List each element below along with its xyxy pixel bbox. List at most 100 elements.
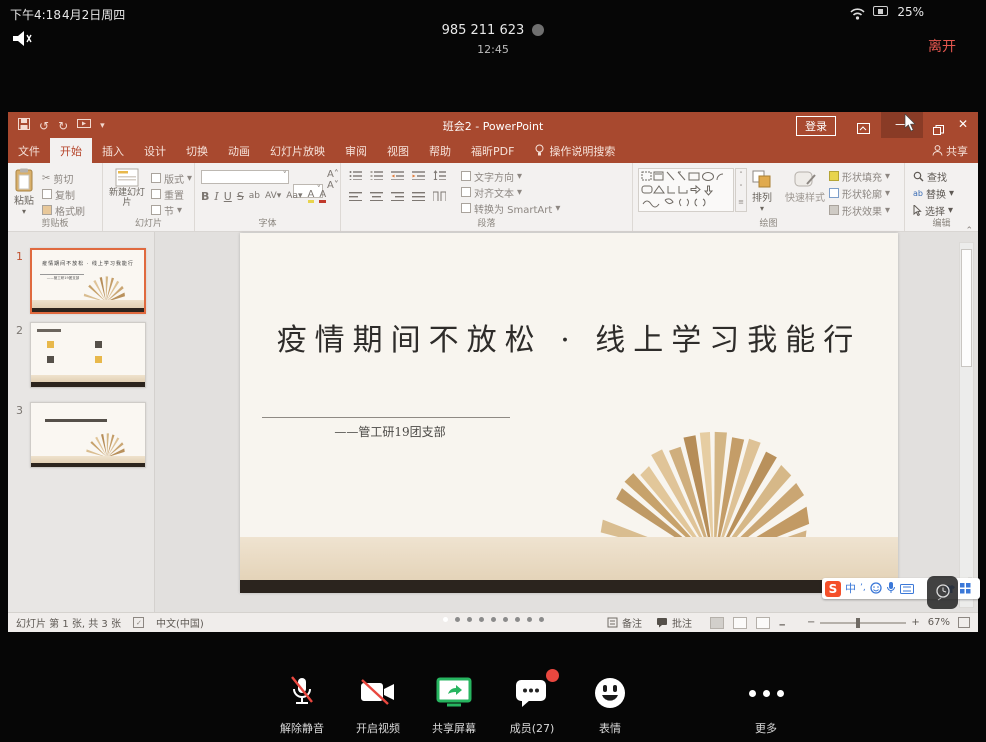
line-spacing-icon[interactable]: [433, 170, 446, 180]
shadow-button[interactable]: ab: [249, 191, 260, 201]
subtitle-divider: [262, 417, 510, 418]
current-slide[interactable]: 疫情期间不放松 · 线上学习我能行 ——管工研19团支部: [240, 233, 898, 593]
shape-gallery[interactable]: [638, 168, 734, 212]
person-icon: [932, 145, 943, 156]
bold-button[interactable]: B: [201, 190, 209, 203]
strikethrough-button[interactable]: S: [237, 190, 244, 203]
share-screen-button[interactable]: 共享屏幕: [416, 674, 492, 736]
emoji-input-icon[interactable]: [870, 579, 882, 598]
camera-off-icon: [340, 674, 416, 712]
start-video-button[interactable]: 开启视频: [340, 674, 416, 736]
slide-thumbnail-1[interactable]: 疫情期间不放松 · 线上学习我能行 ——管工研19团支部: [30, 248, 146, 314]
meeting-id[interactable]: 985 211 623: [0, 23, 986, 38]
sogou-logo[interactable]: S: [825, 581, 841, 597]
voice-input-icon[interactable]: [886, 579, 896, 598]
align-center-icon[interactable]: [370, 191, 383, 201]
paste-icon: [14, 168, 34, 192]
tab-help[interactable]: 帮助: [419, 138, 461, 163]
group-label-slides: 幻灯片: [103, 216, 194, 229]
underline-button[interactable]: U: [224, 190, 232, 203]
group-editing: 查找 ab替换 ▾ 选择 ▾ 编辑: [905, 163, 978, 231]
char-spacing-button[interactable]: AV▾: [265, 191, 281, 201]
slide-thumbnail-2[interactable]: [30, 322, 146, 388]
arrange-button[interactable]: 排列▾: [751, 169, 773, 213]
share-button[interactable]: 共享: [922, 138, 978, 163]
align-right-icon[interactable]: [391, 191, 404, 201]
scissors-icon: ✂: [42, 173, 50, 184]
numbering-icon[interactable]: [370, 170, 383, 180]
wifi-icon: [849, 5, 866, 24]
smartart-button[interactable]: 转换为 SmartArt▾: [461, 201, 560, 215]
highlight-color-button[interactable]: A: [308, 189, 315, 203]
tab-insert[interactable]: 插入: [92, 138, 134, 163]
bullets-icon[interactable]: [349, 170, 362, 180]
more-label: 更多: [728, 720, 804, 736]
italic-button[interactable]: I: [214, 190, 218, 203]
cut-button[interactable]: ✂剪切: [42, 171, 85, 185]
align-left-icon[interactable]: [349, 191, 362, 201]
replace-button[interactable]: ab替换 ▾: [913, 186, 954, 200]
toolbox-grid-icon[interactable]: [960, 579, 971, 598]
thumbnail-number-3: 3: [16, 404, 28, 417]
tab-view[interactable]: 视图: [377, 138, 419, 163]
keyboard-icon[interactable]: [900, 579, 914, 598]
assistive-touch-button[interactable]: [927, 576, 958, 609]
punctuation-icon[interactable]: ’,: [860, 584, 866, 593]
layout-button[interactable]: 版式▾: [151, 171, 192, 185]
tab-transitions[interactable]: 切换: [176, 138, 218, 163]
change-case-button[interactable]: Aa▾: [286, 191, 302, 201]
select-button[interactable]: 选择 ▾: [913, 203, 954, 217]
battery-percent: 25%: [897, 5, 924, 19]
align-text-button[interactable]: 对齐文本▾: [461, 185, 560, 199]
chinese-mode-icon[interactable]: 中: [845, 583, 856, 594]
format-painter-button[interactable]: 格式刷: [42, 203, 85, 217]
table-edge: [240, 580, 898, 593]
shape-outline-button[interactable]: 形状轮廓▾: [829, 186, 890, 200]
shape-fill-button[interactable]: 形状填充▾: [829, 169, 890, 183]
members-button[interactable]: 成员(27): [494, 674, 570, 736]
shield-icon: [532, 24, 544, 36]
scrollbar-thumb[interactable]: [961, 249, 972, 367]
close-button[interactable]: ✕: [948, 117, 978, 131]
tab-file[interactable]: 文件: [8, 138, 50, 163]
justify-icon[interactable]: [412, 191, 425, 201]
shape-effects-button[interactable]: 形状效果▾: [829, 203, 890, 217]
collapse-ribbon-icon[interactable]: ⌃: [965, 226, 973, 236]
restore-button[interactable]: [933, 120, 944, 139]
new-slide-icon: [115, 168, 139, 188]
ppt-status-bar: 幻灯片 第 1 张, 共 3 张 ✓ 中文(中国) 备注 批注 🗕 − +: [8, 612, 978, 632]
clock: 下午4:18: [10, 6, 61, 23]
columns-icon[interactable]: [433, 191, 446, 201]
grow-shrink-font[interactable]: A˄A˅: [327, 169, 339, 191]
reset-button[interactable]: 重置: [151, 187, 192, 201]
tab-home[interactable]: 开始: [50, 138, 92, 163]
tab-slideshow[interactable]: 幻灯片放映: [260, 138, 335, 163]
text-direction-button[interactable]: 文字方向▾: [461, 169, 560, 183]
tab-design[interactable]: 设计: [134, 138, 176, 163]
unmute-button[interactable]: 解除静音: [264, 674, 340, 736]
vertical-scrollbar[interactable]: [959, 242, 974, 608]
emoji-button[interactable]: 表情: [572, 674, 648, 736]
tab-review[interactable]: 审阅: [335, 138, 377, 163]
tab-animations[interactable]: 动画: [218, 138, 260, 163]
sign-in-button[interactable]: 登录: [796, 116, 836, 136]
find-button[interactable]: 查找: [913, 169, 954, 183]
paste-button[interactable]: 粘贴▾: [14, 168, 34, 216]
shape-gallery-scroll[interactable]: ˄˅≡: [735, 168, 747, 212]
font-name-combo[interactable]: [201, 170, 289, 184]
slide-title: 疫情期间不放松 · 线上学习我能行: [240, 315, 898, 359]
increase-indent-icon[interactable]: [412, 170, 425, 180]
ribbon-display-icon[interactable]: [857, 119, 870, 138]
copy-button[interactable]: 复制: [42, 187, 85, 201]
leave-button[interactable]: 离开: [928, 36, 956, 56]
mic-muted-icon: [264, 674, 340, 712]
section-button[interactable]: 节▾: [151, 203, 192, 217]
font-color-button[interactable]: A: [319, 189, 326, 203]
slide-thumbnail-3[interactable]: [30, 402, 146, 468]
tab-foxit-pdf[interactable]: 福昕PDF: [461, 138, 524, 163]
new-slide-button[interactable]: 新建幻灯片: [107, 168, 147, 209]
decrease-indent-icon[interactable]: [391, 170, 404, 180]
more-button[interactable]: 更多: [728, 674, 804, 736]
tell-me-box[interactable]: 操作说明搜索: [524, 138, 625, 163]
quick-styles-button[interactable]: 快速样式: [785, 169, 825, 204]
